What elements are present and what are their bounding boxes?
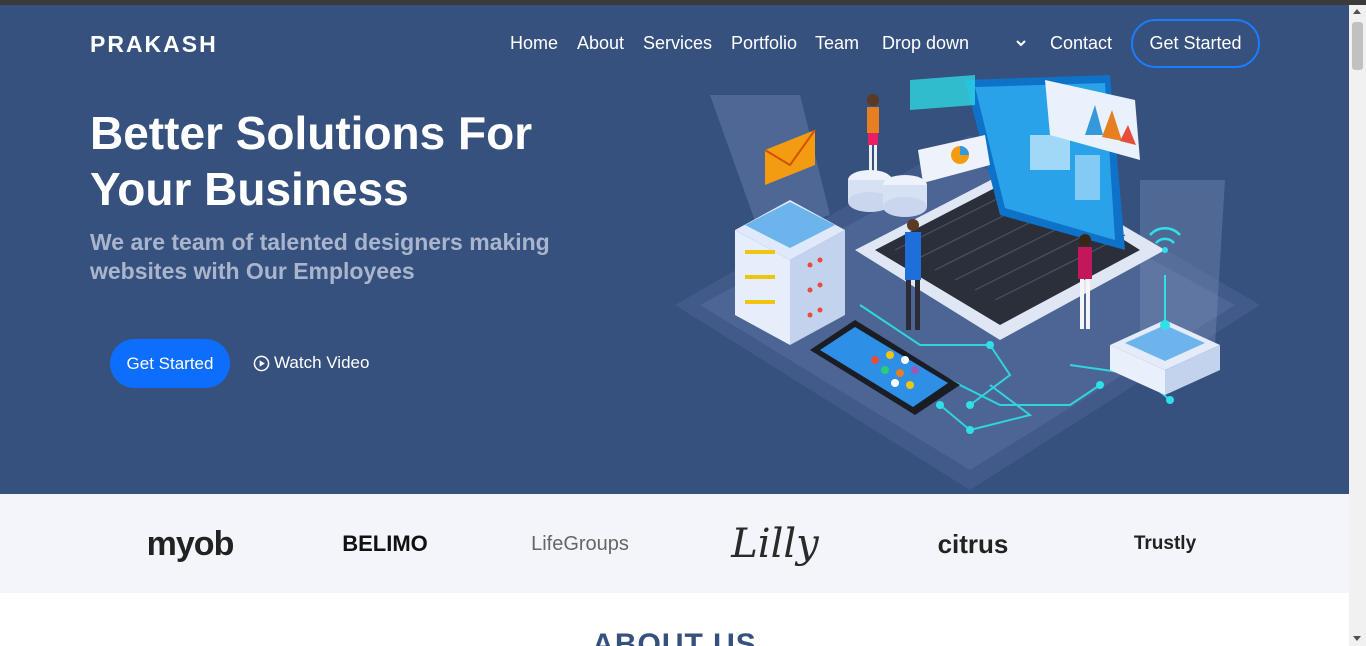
subtext-line-1: We are team of talented designers making: [90, 229, 550, 255]
headline-line-2: Your Business: [90, 163, 409, 215]
subtext-line-2: websites with Our Employees: [90, 258, 415, 284]
nav-services[interactable]: Services: [643, 33, 712, 54]
watch-video-label: Watch Video: [274, 353, 370, 372]
nav-get-started-button[interactable]: Get Started: [1131, 19, 1260, 68]
scroll-down-arrow-icon[interactable]: [1353, 636, 1361, 641]
nav-about[interactable]: About: [577, 33, 624, 54]
client-logo-lifegroups: LifeGroups: [531, 532, 629, 555]
hero-section: PRAKASH Home About Services Portfolio Te…: [0, 5, 1349, 494]
about-section-title: ABOUT US: [592, 628, 757, 646]
clients-logo-strip: myob BELIMO LifeGroups Lilly citrus Trus…: [0, 494, 1349, 593]
nav-team[interactable]: Team: [815, 33, 859, 54]
nav-dropdown[interactable]: Drop down: [882, 33, 969, 54]
client-logo-myob: myob: [146, 524, 235, 563]
scroll-up-arrow-icon[interactable]: [1353, 9, 1361, 14]
client-logo-citrus: citrus: [937, 528, 1009, 559]
client-logo-lilly: Lilly: [731, 521, 819, 567]
hero-headline: Better Solutions For Your Business: [90, 105, 650, 217]
headline-line-1: Better Solutions For: [90, 107, 533, 159]
client-logo-trustly: Trustly: [1133, 533, 1197, 554]
chevron-down-icon[interactable]: [1015, 37, 1027, 49]
scrollbar-thumb[interactable]: [1352, 22, 1363, 70]
page-scrollbar[interactable]: [1349, 5, 1366, 646]
hero-get-started-button[interactable]: Get Started: [110, 339, 230, 388]
main-navigation: Home About Services Portfolio Team Drop …: [0, 19, 1349, 69]
hero-subtext: We are team of talented designers making…: [90, 228, 610, 286]
play-circle-icon: [253, 355, 270, 371]
nav-portfolio[interactable]: Portfolio: [731, 33, 797, 54]
hero-isometric-illustration: [675, 75, 1260, 490]
client-logo-belimo: BELIMO: [342, 531, 428, 556]
nav-home[interactable]: Home: [510, 33, 558, 54]
nav-contact[interactable]: Contact: [1050, 33, 1112, 54]
watch-video-link[interactable]: Watch Video: [253, 353, 369, 373]
